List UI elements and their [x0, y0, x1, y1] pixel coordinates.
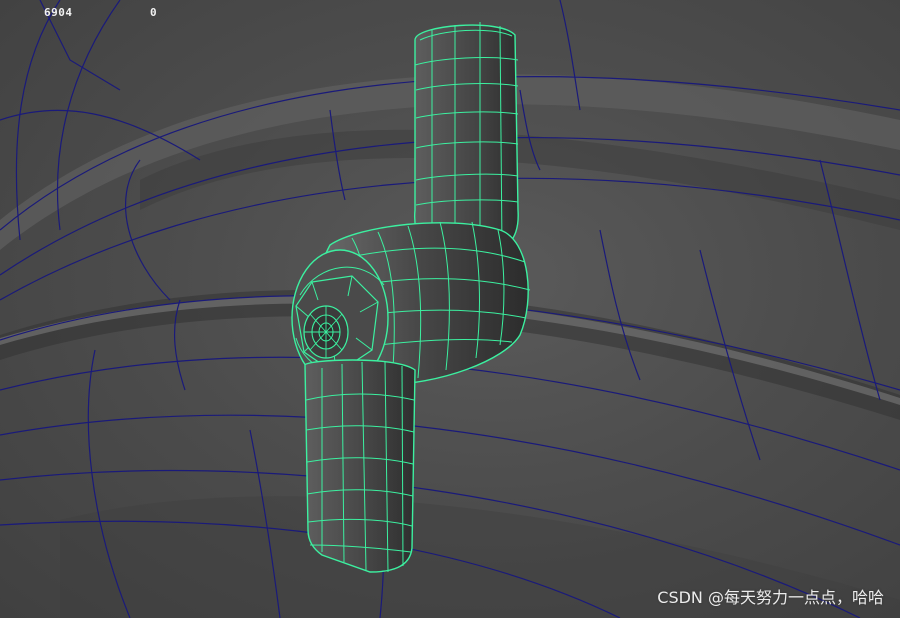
lower-handle[interactable] — [304, 359, 416, 573]
upper-handle[interactable] — [413, 22, 519, 252]
viewport-scene[interactable] — [0, 0, 900, 618]
3d-viewport[interactable]: 6904 0 CSDN @每天努力一点点，哈哈 — [0, 0, 900, 618]
selection-count-readout: 0 — [150, 6, 158, 19]
poly-count-readout: 6904 — [44, 6, 73, 19]
csdn-watermark: CSDN @每天努力一点点，哈哈 — [657, 588, 884, 607]
